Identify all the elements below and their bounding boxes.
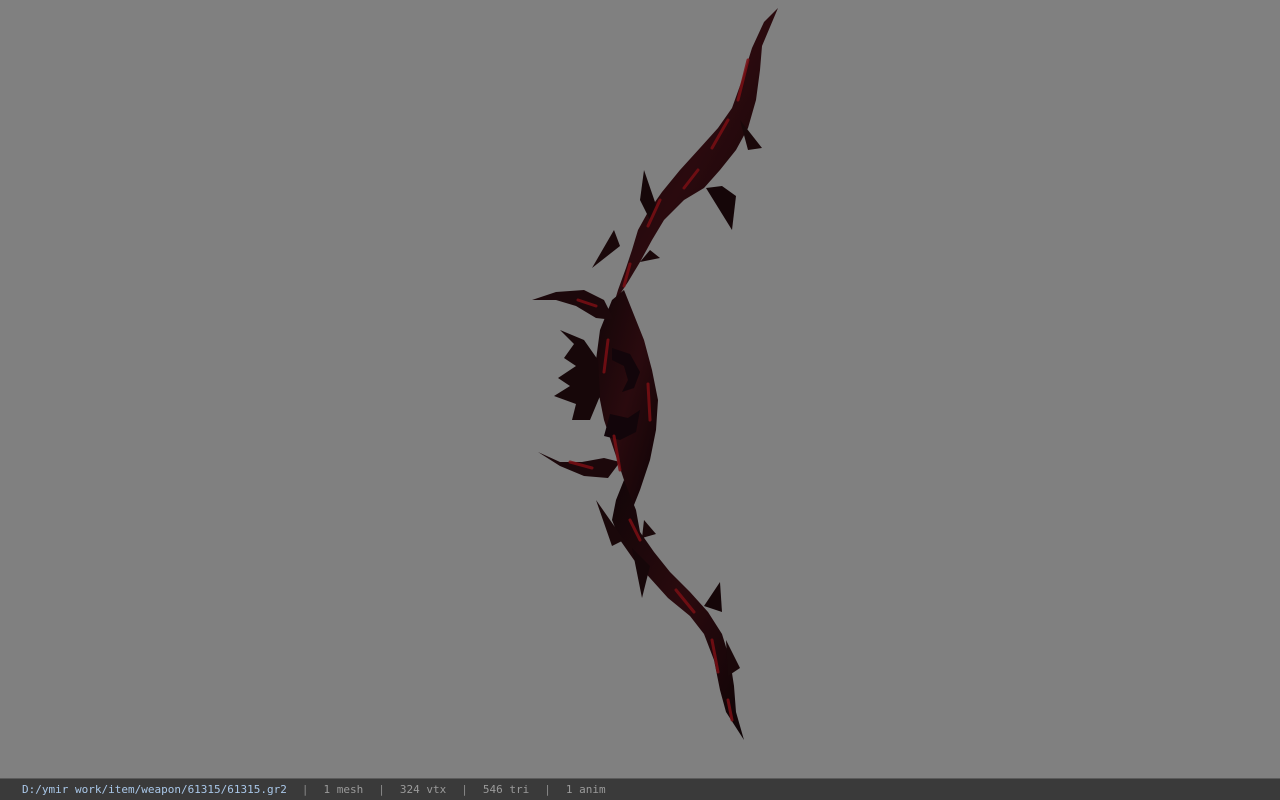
bow-spike [706,186,736,230]
animation-count: 1 anim [565,783,606,796]
bow-spike [642,520,656,538]
bow-ornament [554,330,600,420]
mesh-count: 1 mesh [323,783,364,796]
separator: | [544,783,551,796]
bow-blade-upper [532,290,614,320]
status-bar: D:/ymir work/item/weapon/61315/61315.gr2… [0,778,1280,800]
triangle-count: 546 tri [482,783,530,796]
bow-model [532,8,778,740]
bow-spike [704,582,722,612]
model-render [532,8,778,740]
file-path: D:/ymir work/item/weapon/61315/61315.gr2 [22,783,287,796]
bow-spike [592,230,620,268]
bow-upper-limb [612,8,778,310]
bow-spike [726,640,740,676]
separator: | [461,783,468,796]
3d-viewport[interactable] [0,0,1280,778]
separator: | [301,783,309,796]
vertex-count: 324 vtx [399,783,447,796]
bow-lower-limb [612,480,744,740]
separator: | [378,783,385,796]
